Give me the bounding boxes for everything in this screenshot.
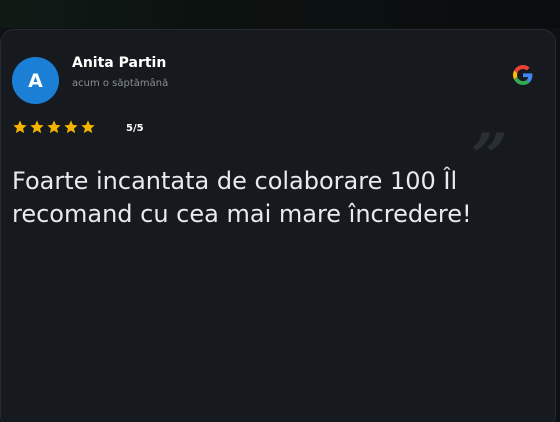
rating-value: 5/5 bbox=[126, 123, 144, 134]
avatar: A bbox=[12, 57, 59, 104]
star-icon bbox=[81, 120, 95, 134]
star-icon bbox=[64, 120, 78, 134]
star-icon bbox=[13, 120, 27, 134]
google-icon bbox=[513, 65, 533, 85]
review-card: A Anita Partin acum o săptămână 5/5 ” Fo… bbox=[0, 29, 556, 422]
star-icon bbox=[47, 120, 61, 134]
page: A Anita Partin acum o săptămână 5/5 ” Fo… bbox=[0, 0, 560, 422]
review-time: acum o săptămână bbox=[72, 78, 169, 89]
star-icon bbox=[30, 120, 44, 134]
review-text: Foarte incantata de colaborare 100 Îl re… bbox=[12, 167, 472, 228]
star-rating bbox=[12, 119, 96, 135]
reviewer-name: Anita Partin bbox=[72, 55, 167, 71]
previous-card-edge bbox=[0, 0, 560, 28]
